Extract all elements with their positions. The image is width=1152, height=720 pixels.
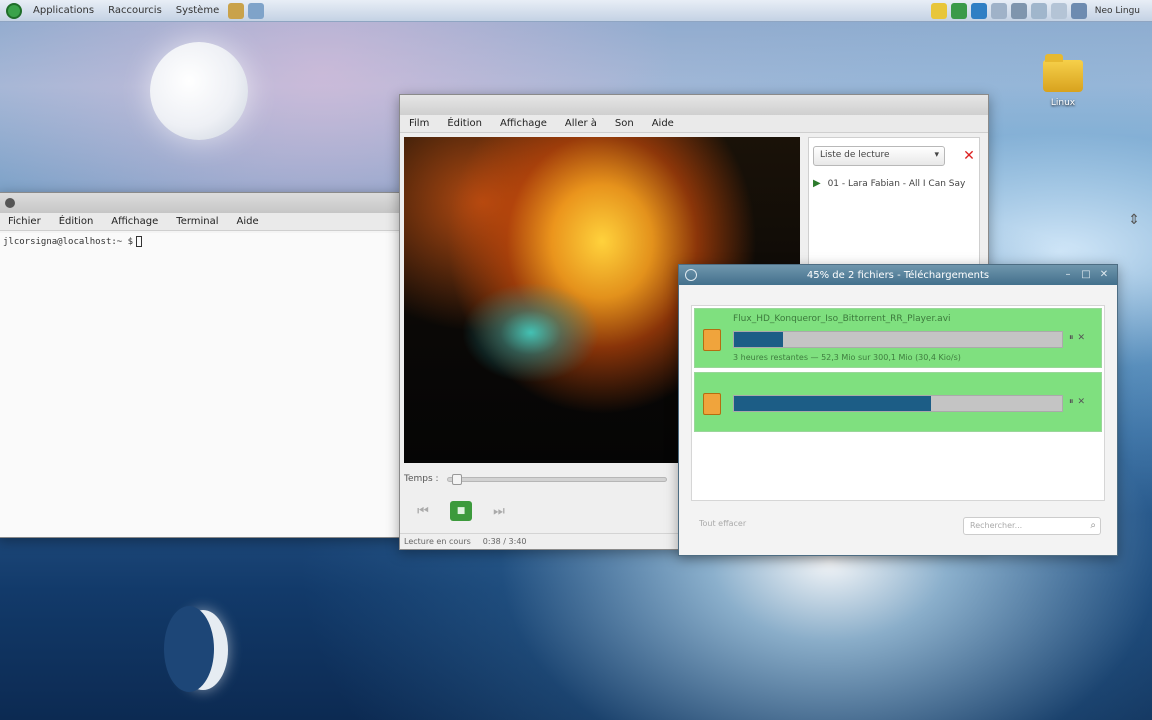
desktop-folder[interactable]: Linux [1040,54,1086,108]
player-menubar: Film Édition Affichage Aller à Son Aide [400,115,988,133]
seek-slider[interactable] [446,473,667,485]
download-filename: Flux_HD_Konqueror_Iso_Bittorrent_RR_Play… [733,314,951,324]
menu-son[interactable]: Son [606,118,643,129]
menu-film[interactable]: Film [400,118,438,129]
download-status: 3 heures restantes — 52,3 Mio sur 300,1 … [733,353,961,362]
playlist-selector-label: Liste de lecture [820,150,890,160]
seek-knob[interactable] [451,473,462,485]
download-actions[interactable]: ⏸✕ [1069,397,1089,407]
downloads-list: Flux_HD_Konqueror_Iso_Bittorrent_RR_Play… [691,305,1105,501]
menu-fichier[interactable]: Fichier [0,216,50,227]
minimize-icon[interactable]: – [1061,268,1075,282]
text-cursor [136,236,143,247]
menu-affichage[interactable]: Affichage [491,118,556,129]
terminal-output[interactable]: jlcorsigna@localhost:~ $ [0,233,401,537]
close-icon[interactable]: ✕ [1097,268,1111,282]
menu-aller-a[interactable]: Aller à [556,118,606,129]
playlist-selector[interactable]: Liste de lecture ▾ [813,146,945,166]
launcher-icon[interactable] [228,2,245,19]
maximize-icon[interactable]: □ [1079,268,1093,282]
terminal-prompt: jlcorsigna@localhost:~ $ [3,237,134,247]
close-sidebar-icon[interactable]: ✕ [961,148,977,164]
menu-raccourcis[interactable]: Raccourcis [101,5,169,16]
panel-clock[interactable]: Neo Lingu [1091,6,1144,16]
chevron-down-icon: ▾ [934,150,939,160]
time-display: 0:38 / 3:40 [482,537,527,546]
search-input[interactable]: Rechercher... ⌕ [963,517,1101,535]
video-file-icon [703,329,721,351]
bluetooth-icon[interactable] [1030,3,1047,19]
folder-icon [1043,54,1083,92]
download-progress-bar [733,395,1063,412]
search-placeholder: Rechercher... [970,521,1023,530]
system-tray: Neo Lingu [930,2,1144,20]
playlist-sidebar: Liste de lecture ▾ ✕ ▶ 01 - Lara Fabian … [808,137,980,267]
download-item[interactable]: Flux_HD_Konqueror_Iso_Bittorrent_RR_Play… [694,308,1102,368]
terminal-menubar: Fichier Édition Affichage Terminal Aide [0,213,401,231]
menu-aide[interactable]: Aide [643,118,683,129]
messaging-icon[interactable] [1070,3,1087,19]
terminal-titlebar[interactable] [0,193,401,213]
notes-icon[interactable] [930,3,947,19]
playlist-item[interactable]: ▶ 01 - Lara Fabian - All I Can Say [813,178,965,189]
folder-label: Linux [1050,98,1076,108]
seek-row: Temps : [404,471,684,487]
download-actions[interactable]: ⏸✕ [1069,333,1089,343]
menu-applications[interactable]: Applications [26,5,101,16]
search-icon: ⌕ [1090,520,1096,531]
wallpaper-moon [150,42,248,140]
downloads-footer: Tout effacer Rechercher... ⌕ [691,513,1105,539]
playing-icon: ▶ [813,178,821,189]
resize-grip-icon[interactable]: ⇕ [1128,212,1140,228]
wallpaper-crescent-moon [164,606,228,692]
volume-icon[interactable] [990,3,1007,19]
menu-affichage[interactable]: Affichage [102,216,167,227]
archive-file-icon [703,393,721,415]
network-icon[interactable] [970,3,987,19]
menu-terminal[interactable]: Terminal [167,216,227,227]
clear-list-button[interactable]: Tout effacer [699,519,746,528]
distro-logo-icon[interactable] [6,2,22,19]
terminal-window: Fichier Édition Affichage Terminal Aide … [0,192,402,538]
menu-edition[interactable]: Édition [50,216,103,227]
progress-fill [734,332,784,347]
download-progress-bar [733,331,1063,348]
downloads-titlebar[interactable]: 45% de 2 fichiers - Téléchargements – □ … [679,265,1117,285]
menu-edition[interactable]: Édition [438,118,491,129]
panel-menus: Applications Raccourcis Système [26,0,226,22]
player-titlebar[interactable] [400,95,988,115]
previous-track-icon[interactable]: ⏮ [412,501,434,521]
playlist-item-title: 01 - Lara Fabian - All I Can Say [827,179,966,189]
menu-systeme[interactable]: Système [169,5,226,16]
play-pause-button[interactable]: ■ [450,501,472,521]
downloads-title: 45% de 2 fichiers - Téléchargements [806,269,990,281]
download-item[interactable]: ⏸✕ [694,372,1102,432]
top-panel: Applications Raccourcis Système Neo Ling… [0,0,1152,22]
menu-aide[interactable]: Aide [228,216,268,227]
next-track-icon[interactable]: ⏭ [488,501,510,521]
seek-label: Temps : [404,474,439,484]
window-menu-icon[interactable] [5,198,15,208]
window-buttons: – □ ✕ [1061,268,1111,282]
launcher-icon[interactable] [248,2,265,19]
update-icon[interactable] [950,3,967,19]
window-menu-icon[interactable] [685,269,697,281]
settings-icon[interactable] [1050,3,1067,19]
progress-fill [734,396,931,411]
battery-icon[interactable] [1010,3,1027,19]
status-text: Lecture en cours [404,537,471,546]
downloads-window: 45% de 2 fichiers - Téléchargements – □ … [678,264,1118,556]
